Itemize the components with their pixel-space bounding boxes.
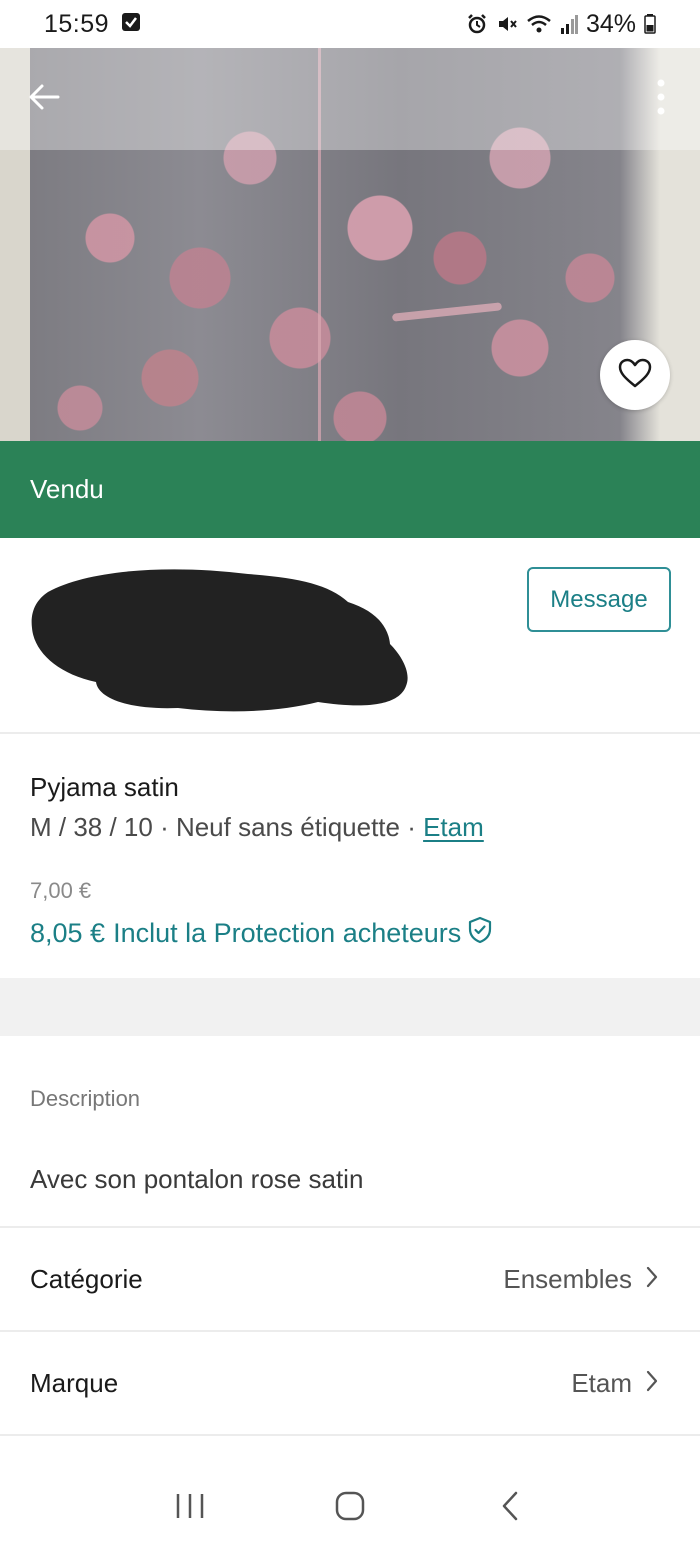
sold-label: Vendu <box>30 474 104 504</box>
brand-link[interactable]: Etam <box>423 812 484 842</box>
status-right: 34% <box>466 10 656 39</box>
description-label: Description <box>30 1086 141 1111</box>
home-icon <box>335 1491 365 1526</box>
back-button[interactable] <box>24 74 64 124</box>
brand-label: Marque <box>30 1368 119 1398</box>
mute-icon <box>496 13 518 35</box>
recent-apps-button[interactable] <box>160 1478 220 1538</box>
system-back-button[interactable] <box>480 1478 540 1538</box>
photo-detail <box>391 302 503 322</box>
item-title: Pyjama satin <box>30 772 179 802</box>
item-size-condition: M / 38 / 10 · Neuf sans étiquette · <box>30 812 424 842</box>
brand-value: Etam <box>571 1368 632 1398</box>
more-vertical-icon <box>657 79 665 120</box>
product-photo[interactable] <box>0 48 700 441</box>
section-separator <box>0 978 700 1036</box>
chevron-right-icon <box>646 1264 658 1295</box>
wifi-icon <box>526 13 552 35</box>
photo-top-overlay <box>0 48 700 150</box>
battery-icon <box>644 14 656 34</box>
buyer-protection-link[interactable]: Inclut la Protection acheteurs <box>113 916 493 951</box>
chevron-left-icon <box>501 1491 519 1526</box>
total-price: 8,05 € <box>30 918 106 948</box>
checkbox-notification-icon <box>121 12 141 37</box>
redacted-seller-info <box>31 569 408 712</box>
item-price: 7,00 € <box>30 878 92 903</box>
item-meta: M / 38 / 10 · Neuf sans étiquette · Etam <box>30 812 484 843</box>
heart-icon <box>617 357 653 394</box>
description-section: Description Avec son pontalon rose satin <box>0 1036 700 1228</box>
battery-percent: 34% <box>585 9 636 38</box>
favorite-button[interactable] <box>600 340 670 410</box>
message-button[interactable]: Message <box>527 567 671 632</box>
signal-icon <box>560 14 578 34</box>
total-price-line: 8,05 € Inclut la Protection acheteurs <box>30 916 493 951</box>
status-bar: 15:59 34% <box>0 0 700 48</box>
category-label: Catégorie <box>30 1264 143 1294</box>
status-time: 15:59 <box>44 9 110 38</box>
brand-value-wrap: Etam <box>571 1368 658 1399</box>
brand-row[interactable]: Marque Etam <box>0 1333 700 1436</box>
category-value-wrap: Ensembles <box>503 1264 658 1295</box>
home-button[interactable] <box>320 1478 380 1538</box>
category-row[interactable]: Catégorie Ensembles <box>0 1229 700 1332</box>
description-text: Avec son pontalon rose satin <box>30 1164 364 1194</box>
chevron-right-icon <box>646 1368 658 1399</box>
system-nav-bar <box>0 1460 700 1556</box>
seller-section: Message <box>0 538 700 734</box>
item-details: Pyjama satin M / 38 / 10 · Neuf sans éti… <box>0 736 700 978</box>
alarm-icon <box>466 13 488 35</box>
sold-banner: Vendu <box>0 441 700 538</box>
more-options-button[interactable] <box>646 74 676 124</box>
status-left: 15:59 <box>44 10 141 39</box>
shield-check-icon <box>467 916 493 951</box>
arrow-left-icon <box>28 83 60 116</box>
buyer-protection-label: Inclut la Protection acheteurs <box>113 918 462 948</box>
recent-apps-icon <box>175 1492 205 1525</box>
category-value: Ensembles <box>503 1264 632 1294</box>
